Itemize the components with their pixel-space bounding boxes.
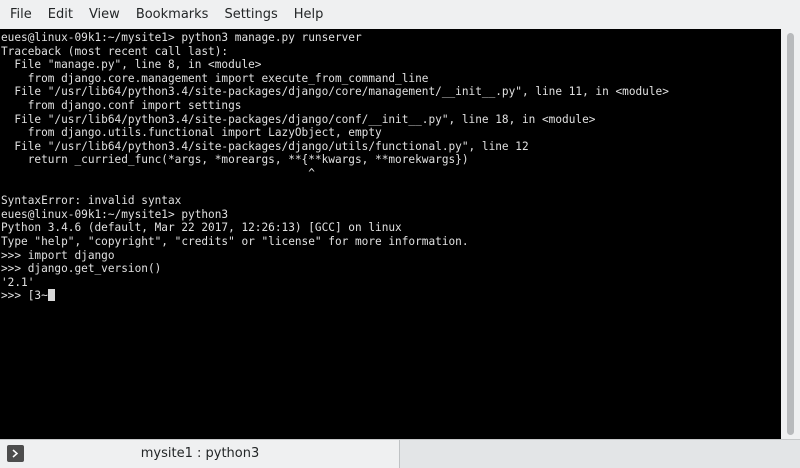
terminal-line: File "/usr/lib64/python3.4/site-packages… xyxy=(1,139,529,153)
terminal-line: eues@linux-09k1:~/mysite1> python3 xyxy=(1,207,229,221)
menu-settings[interactable]: Settings xyxy=(216,0,285,29)
terminal-line: from django.core.management import execu… xyxy=(1,71,429,85)
tab-bar: mysite1 : python3 xyxy=(0,439,800,468)
terminal-line: ^ xyxy=(1,166,315,180)
vertical-scrollbar[interactable] xyxy=(781,29,800,439)
terminal-current-input: >>> [3~ xyxy=(1,289,48,303)
terminal-line: return _curried_func(*args, *moreargs, *… xyxy=(1,153,469,167)
menu-bar: File Edit View Bookmarks Settings Help xyxy=(0,0,800,29)
text-cursor xyxy=(47,289,55,302)
menu-edit[interactable]: Edit xyxy=(40,0,81,29)
terminal-line: File "/usr/lib64/python3.4/site-packages… xyxy=(1,112,596,126)
tab-mysite1-python3[interactable]: mysite1 : python3 xyxy=(0,440,400,468)
menu-file[interactable]: File xyxy=(2,0,40,29)
terminal-output: eues@linux-09k1:~/mysite1> python3 manag… xyxy=(0,29,781,303)
terminal-line: Type "help", "copyright", "credits" or "… xyxy=(1,234,469,248)
menu-help[interactable]: Help xyxy=(286,0,332,29)
tab-label: mysite1 : python3 xyxy=(140,446,260,461)
terminal-line: from django.conf import settings xyxy=(1,98,242,112)
terminal-prompt-line[interactable]: >>> [3~ xyxy=(1,289,781,303)
menu-bookmarks[interactable]: Bookmarks xyxy=(128,0,217,29)
terminal-line: File "/usr/lib64/python3.4/site-packages… xyxy=(1,85,669,99)
scrollbar-handle[interactable] xyxy=(787,33,794,435)
terminal-line: File "manage.py", line 8, in <module> xyxy=(1,58,262,72)
terminal-line: Python 3.4.6 (default, Mar 22 2017, 12:2… xyxy=(1,221,402,235)
terminal-line: >>> django.get_version() xyxy=(1,262,162,276)
terminal-view[interactable]: eues@linux-09k1:~/mysite1> python3 manag… xyxy=(0,29,781,439)
menu-view[interactable]: View xyxy=(81,0,128,29)
terminal-line: from django.utils.functional import Lazy… xyxy=(1,126,382,140)
terminal-line: '2.1' xyxy=(1,275,35,289)
terminal-line: Traceback (most recent call last): xyxy=(1,44,229,58)
terminal-line: eues@linux-09k1:~/mysite1> python3 manag… xyxy=(1,31,362,44)
terminal-line: SyntaxError: invalid syntax xyxy=(1,194,182,208)
terminal-line: >>> import django xyxy=(1,248,115,262)
